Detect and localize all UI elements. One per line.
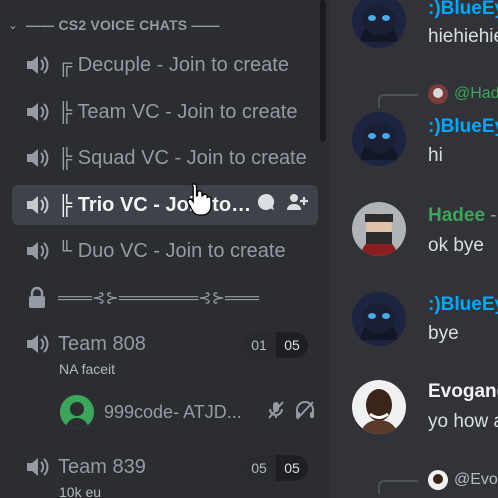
channel-sidebar: ⌄ —— CS2 VOICE CHATS —— ╔ Decuple - Join… bbox=[0, 0, 330, 498]
add-member-icon[interactable] bbox=[286, 192, 308, 218]
user-limit-badge: 01 05 bbox=[242, 332, 308, 358]
channel-status: 10k eu bbox=[59, 484, 102, 498]
user-limit: 05 bbox=[276, 455, 308, 481]
chat-pane: :)BlueEyes hiehiehie @Hadee :)BlueEyes h… bbox=[334, 0, 498, 498]
channel-duo-vc[interactable]: ╙ Duo VC - Join to create bbox=[12, 231, 318, 271]
message-text: hi bbox=[428, 145, 443, 166]
scrollbar[interactable] bbox=[320, 0, 326, 142]
speaker-icon bbox=[20, 101, 54, 123]
avatar bbox=[352, 380, 406, 434]
avatar bbox=[352, 292, 406, 346]
message-author[interactable]: :)BlueEyes bbox=[428, 0, 498, 20]
reply-author: @Evogang bbox=[454, 471, 498, 488]
reply-preview[interactable]: @Hadee bbox=[428, 84, 498, 104]
user-limit: 05 bbox=[276, 332, 308, 358]
channel-name: ╔ Decuple - Join to create bbox=[58, 53, 289, 76]
message-author[interactable]: :)BlueEyes bbox=[428, 294, 498, 316]
deafened-icon bbox=[294, 400, 316, 425]
channel-status: NA faceit bbox=[59, 361, 116, 377]
reply-connector bbox=[378, 94, 418, 108]
channel-name: ╙ Duo VC - Join to create bbox=[58, 239, 286, 262]
speaker-icon bbox=[20, 456, 54, 478]
channel-name: ═══⊰⊱═══════⊰⊱═══ bbox=[58, 290, 259, 307]
message-text: yo how are bbox=[428, 411, 498, 432]
avatar bbox=[428, 84, 448, 104]
user-count: 05 bbox=[242, 455, 276, 481]
reply-preview[interactable]: @Evogang bbox=[428, 470, 498, 490]
message-author[interactable]: Hadee - bbox=[428, 205, 497, 227]
channel-squad-vc[interactable]: ╠ Squad VC - Join to create bbox=[12, 138, 318, 178]
avatar bbox=[60, 395, 94, 429]
speaker-icon bbox=[20, 147, 54, 169]
message-text: hiehiehie bbox=[428, 26, 498, 47]
user-limit-badge: 05 05 bbox=[242, 455, 308, 481]
message-author[interactable]: :)BlueEyes bbox=[428, 116, 498, 138]
speaker-icon bbox=[20, 54, 54, 76]
channel-trio-vc[interactable]: ╠ Trio VC - Join to create bbox=[12, 185, 318, 225]
avatar bbox=[428, 470, 448, 490]
chevron-down-icon: ⌄ bbox=[8, 19, 18, 32]
reply-connector bbox=[378, 480, 418, 494]
avatar bbox=[352, 202, 406, 256]
channel-decuple[interactable]: ╔ Decuple - Join to create bbox=[12, 45, 318, 85]
lock-icon bbox=[20, 286, 54, 310]
message-author[interactable]: Evogang bbox=[428, 381, 498, 403]
voice-user[interactable]: 999code- ATJD... bbox=[60, 392, 316, 432]
channel-divider-locked[interactable]: ═══⊰⊱═══════⊰⊱═══ bbox=[12, 278, 318, 318]
hand-cursor-icon bbox=[187, 183, 212, 216]
category-label: —— CS2 VOICE CHATS —— bbox=[26, 17, 220, 33]
message-text: ok bye bbox=[428, 235, 484, 256]
category-header[interactable]: ⌄ —— CS2 VOICE CHATS —— bbox=[0, 8, 320, 42]
chat-bubble-icon[interactable] bbox=[256, 192, 276, 218]
user-name: 999code- ATJD... bbox=[104, 401, 242, 422]
reply-author: @Hadee bbox=[454, 85, 498, 102]
mic-muted-icon bbox=[266, 400, 286, 425]
avatar bbox=[352, 0, 406, 48]
message-text: bye bbox=[428, 323, 459, 344]
speaker-icon bbox=[20, 194, 54, 216]
channel-name: ╠ Squad VC - Join to create bbox=[58, 146, 307, 169]
speaker-icon bbox=[20, 333, 54, 355]
avatar bbox=[352, 112, 406, 166]
channel-name: ╠ Trio VC - Join to create bbox=[58, 193, 256, 216]
user-count: 01 bbox=[242, 332, 276, 358]
channel-name: ╠ Team VC - Join to create bbox=[58, 100, 298, 123]
speaker-icon bbox=[20, 240, 54, 262]
channel-team-vc[interactable]: ╠ Team VC - Join to create bbox=[12, 92, 318, 132]
